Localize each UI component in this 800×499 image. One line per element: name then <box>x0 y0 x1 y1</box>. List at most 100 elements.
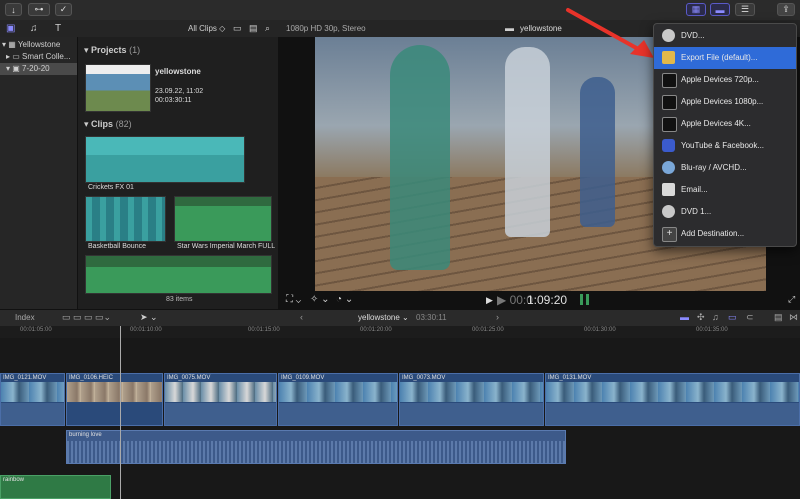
clip-thumbnail[interactable] <box>174 196 272 242</box>
timeline-clip[interactable]: IMG_0106.HEIC <box>66 373 163 426</box>
menu-item-label: Export File (default)... <box>681 53 758 62</box>
timeline-appearance-icon[interactable]: ▤ <box>774 312 783 323</box>
menu-item-youtube-facebook[interactable]: YouTube & Facebook... <box>654 135 796 157</box>
library-toggle-button[interactable]: ▦ <box>686 3 706 16</box>
libraries-icon[interactable]: ▣ <box>6 23 15 34</box>
project-name: yellowstone <box>155 67 201 76</box>
ruler-tick: 00:01:10:00 <box>130 327 162 333</box>
menu-item-bluray[interactable]: Blu-ray / AVCHD... <box>654 157 796 179</box>
disclosure-icon: ▾ <box>6 64 11 73</box>
titles-generators-icon[interactable]: T <box>55 23 61 34</box>
menu-item-label: Apple Devices 720p... <box>681 75 759 84</box>
clip-thumbnail[interactable] <box>85 136 245 183</box>
history-back-icon[interactable]: ‹ <box>300 312 303 322</box>
projects-title: Projects <box>91 45 127 55</box>
timeline-clip[interactable]: IMG_0131.MOV <box>545 373 800 426</box>
ruler-tick: 00:01:15:00 <box>248 327 280 333</box>
youtube-facebook-icon <box>662 139 675 152</box>
clip-filmstrip <box>400 382 543 402</box>
menu-item-add-destination[interactable]: + Add Destination... <box>654 223 796 245</box>
project-thumbnail[interactable] <box>85 64 151 112</box>
menu-item-dvd[interactable]: DVD... <box>654 25 796 47</box>
audio-clip[interactable]: burning love <box>66 430 566 464</box>
filmstrip-icon[interactable]: ▤ <box>249 23 258 34</box>
clips-title: Clips <box>91 119 114 129</box>
effects-browser-icon[interactable]: ⋈ <box>789 312 798 323</box>
timeline-project-name[interactable]: yellowstone ⌄ <box>358 313 409 322</box>
library-icon: ▦ <box>8 40 16 49</box>
skimming-icon[interactable]: ✣ <box>697 312 705 323</box>
menu-item-apple-devices-720p[interactable]: Apple Devices 720p... <box>654 69 796 91</box>
clip-thumbnail[interactable] <box>85 255 272 294</box>
clip-name: Star Wars Imperial March FULL <box>177 243 276 250</box>
audio-meter-right <box>586 294 589 305</box>
sidebar-item-event[interactable]: ▾ ▣ 7-20-20 <box>0 63 77 75</box>
clip-appearance-icon[interactable]: ▬ <box>680 312 689 322</box>
import-button[interactable]: ↓ <box>5 3 22 16</box>
timeline-toolbar: Index ▭ ▭ ▭ ▭⌄ ➤ ⌄ ‹ yellowstone ⌄ 03:30… <box>0 309 800 327</box>
timeline-toggle-button[interactable]: ▬ <box>710 3 730 16</box>
clip-name: Crickets FX 01 <box>88 184 134 191</box>
history-forward-icon[interactable]: › <box>496 312 499 322</box>
index-button[interactable]: Index <box>15 313 35 322</box>
items-count: 83 items <box>166 296 193 303</box>
person-image <box>505 47 550 237</box>
clip-name: IMG_0109.MOV <box>281 375 325 381</box>
inspector-toggle-button[interactable]: ☰ <box>735 3 755 16</box>
menu-item-label: Blu-ray / AVCHD... <box>681 163 747 172</box>
background-tasks-button[interactable]: ✓ <box>55 3 72 16</box>
timeline-clip[interactable]: IMG_0075.MOV <box>164 373 277 426</box>
import-icon: ↓ <box>11 4 16 15</box>
clip-name: IMG_0073.MOV <box>402 375 446 381</box>
timeline-clip[interactable]: IMG_0073.MOV <box>399 373 544 426</box>
audio-clip[interactable]: rainbow <box>0 475 111 499</box>
add-destination-icon: + <box>662 227 677 242</box>
menu-item-apple-devices-1080p[interactable]: Apple Devices 1080p... <box>654 91 796 113</box>
clip-name: IMG_0075.MOV <box>167 375 211 381</box>
timeline-duration: 03:30:11 <box>416 313 447 322</box>
clip-name: IMG_0121.MOV <box>3 375 47 381</box>
playhead[interactable] <box>120 326 121 499</box>
search-icon[interactable]: ⌕ <box>265 23 270 34</box>
clip-thumbnail[interactable] <box>85 196 166 242</box>
clip-waveform <box>67 403 162 425</box>
projects-count: (1) <box>129 45 141 55</box>
share-button[interactable]: ⇪ <box>777 3 795 16</box>
disclosure-icon: ▾ <box>84 45 89 55</box>
clip-waveform <box>165 403 276 425</box>
apple-device-icon <box>662 95 677 110</box>
play-button[interactable]: ▶ <box>486 295 493 306</box>
clip-filter-dropdown[interactable]: All Clips ◇ <box>188 24 225 33</box>
fullscreen-icon[interactable]: ⤢ <box>788 294 795 305</box>
sidebar-item-yellowstone[interactable]: ▾ ▦ Yellowstone <box>0 39 77 51</box>
audio-waveform <box>67 441 565 463</box>
photos-audio-icon[interactable]: ♫ <box>30 23 38 34</box>
snapping-icon[interactable]: ⊂ <box>746 312 754 323</box>
timeline-clip[interactable]: IMG_0109.MOV <box>278 373 398 426</box>
clip-name: Basketball Bounce <box>88 243 146 250</box>
clip-waveform <box>279 403 397 425</box>
transform-icon[interactable]: ⛶ ⌄ <box>286 294 301 305</box>
main-toolbar: ↓ ⊶ ✓ ▦ ▬ ☰ ⇪ <box>0 0 800 21</box>
menu-item-dvd-1[interactable]: DVD 1... <box>654 201 796 223</box>
dvd-icon <box>662 29 675 42</box>
select-tool-icon[interactable]: ➤ ⌄ <box>140 312 158 323</box>
project-duration: 00:03:30:11 <box>155 97 192 104</box>
menu-item-export-file[interactable]: Export File (default)... <box>654 47 796 69</box>
clip-appearance-icon[interactable]: ▭ <box>233 23 242 34</box>
sidebar-item-smart-collections[interactable]: ▸ ▭ Smart Colle... <box>0 51 77 63</box>
projects-section-header[interactable]: ▾ Projects (1) <box>84 45 140 56</box>
audio-skimming-icon[interactable]: ♫ <box>712 312 719 322</box>
menu-item-apple-devices-4k[interactable]: Apple Devices 4K... <box>654 113 796 135</box>
keyword-button[interactable]: ⊶ <box>28 3 50 16</box>
enhance-icon[interactable]: ✧ ⌄ <box>310 294 330 305</box>
timeline-clip[interactable]: IMG_0121.MOV <box>0 373 65 426</box>
library-sidebar: ▾ ▦ Yellowstone ▸ ▭ Smart Colle... ▾ ▣ 7… <box>0 37 78 309</box>
solo-icon[interactable]: ▭ <box>728 312 737 323</box>
clips-section-header[interactable]: ▾ Clips (82) <box>84 119 132 130</box>
edit-tools-icon[interactable]: ▭ ▭ ▭ ▭⌄ <box>62 312 111 323</box>
email-icon <box>662 183 675 196</box>
menu-item-email[interactable]: Email... <box>654 179 796 201</box>
speed-icon[interactable]: ◔ ⌄ <box>336 294 353 305</box>
disclosure-icon: ▾ <box>2 40 7 49</box>
